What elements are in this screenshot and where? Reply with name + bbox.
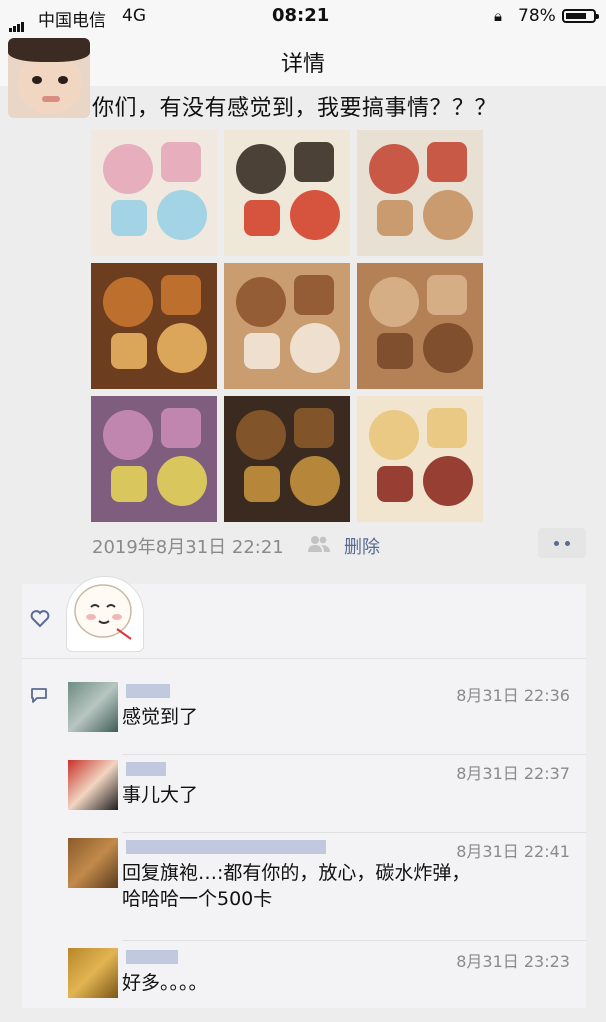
status-bar: 中国电信 4G 08:21 🔒︎ 78% <box>0 0 606 32</box>
comment-time: 8月31日 23:23 <box>456 952 570 971</box>
comment-divider <box>122 940 586 941</box>
photo-mooncake-cross-section[interactable] <box>224 396 350 522</box>
heart-icon <box>30 610 50 628</box>
photo-mooncake-opened[interactable] <box>224 263 350 389</box>
post-text: 你们，有没有感觉到，我要搞事情？？？ <box>92 96 498 121</box>
comment-time: 8月31日 22:36 <box>456 686 570 705</box>
comment-text: 感觉到了 <box>122 706 199 728</box>
commenter-avatar[interactable] <box>68 838 118 888</box>
comment-divider <box>122 754 586 755</box>
page-title: 详情 <box>280 52 325 77</box>
likes-row <box>22 576 586 659</box>
comment-text: 好多。。。。 <box>122 972 208 994</box>
comment-text: 回复旗袍…:都有你的，放心，碳水炸弹，哈哈哈一个500卡 <box>122 862 471 910</box>
interactions-panel: 8月31日 22:36 感觉到了 8月31日 22:37 事儿大了 8月31日 22:4… <box>22 576 586 1008</box>
nav-bar: 详情 <box>0 32 606 86</box>
author-avatar[interactable] <box>8 38 90 118</box>
liker-avatar[interactable] <box>66 576 144 652</box>
commenter-name-blurred[interactable] <box>126 762 166 776</box>
commenter-avatar[interactable] <box>68 948 118 998</box>
more-dots-icon <box>554 541 559 546</box>
comment-time: 8月31日 22:41 <box>456 842 570 861</box>
signal-icon <box>9 12 25 32</box>
carrier-name: 中国电信 <box>38 11 106 31</box>
photo-mooncake-packets[interactable] <box>91 130 217 256</box>
photo-yunnan-mooncake-bag[interactable] <box>224 130 350 256</box>
commenter-name-blurred[interactable] <box>126 684 170 698</box>
post-date: 2019年8月31日 22:21 <box>92 537 284 558</box>
more-button[interactable] <box>538 528 586 558</box>
comment-item[interactable]: 8月31日 22:41 回复旗袍…:都有你的，放心，碳水炸弹，哈哈哈一个500卡 <box>22 834 586 941</box>
delete-link[interactable]: 删除 <box>344 533 380 559</box>
comment-text: 事儿大了 <box>122 784 199 806</box>
network-type: 4G <box>122 6 146 26</box>
comment-item[interactable]: 8月31日 22:36 感觉到了 <box>22 678 586 756</box>
photo-baked-mooncake[interactable] <box>91 263 217 389</box>
rotation-lock-icon: 🔒︎ <box>494 7 502 25</box>
photo-mooncake-collage[interactable] <box>357 263 483 389</box>
people-icon <box>308 536 330 552</box>
photo-flower-cake-bite[interactable] <box>357 396 483 522</box>
comment-time: 8月31日 22:37 <box>456 764 570 783</box>
comment-item[interactable]: 8月31日 23:23 好多。。。。 <box>22 944 586 1022</box>
photo-flower-cake-bag[interactable] <box>357 130 483 256</box>
commenter-avatar[interactable] <box>68 760 118 810</box>
photo-snack-packages[interactable] <box>91 396 217 522</box>
comment-item[interactable]: 8月31日 22:37 事儿大了 <box>22 756 586 834</box>
battery-icon <box>562 9 599 23</box>
clock: 08:21 <box>272 5 330 26</box>
commenter-name-blurred[interactable] <box>126 840 326 854</box>
commenter-name-blurred[interactable] <box>126 950 178 964</box>
commenter-avatar[interactable] <box>68 682 118 732</box>
battery-percent: 78% <box>518 6 556 26</box>
comment-divider <box>122 832 586 833</box>
